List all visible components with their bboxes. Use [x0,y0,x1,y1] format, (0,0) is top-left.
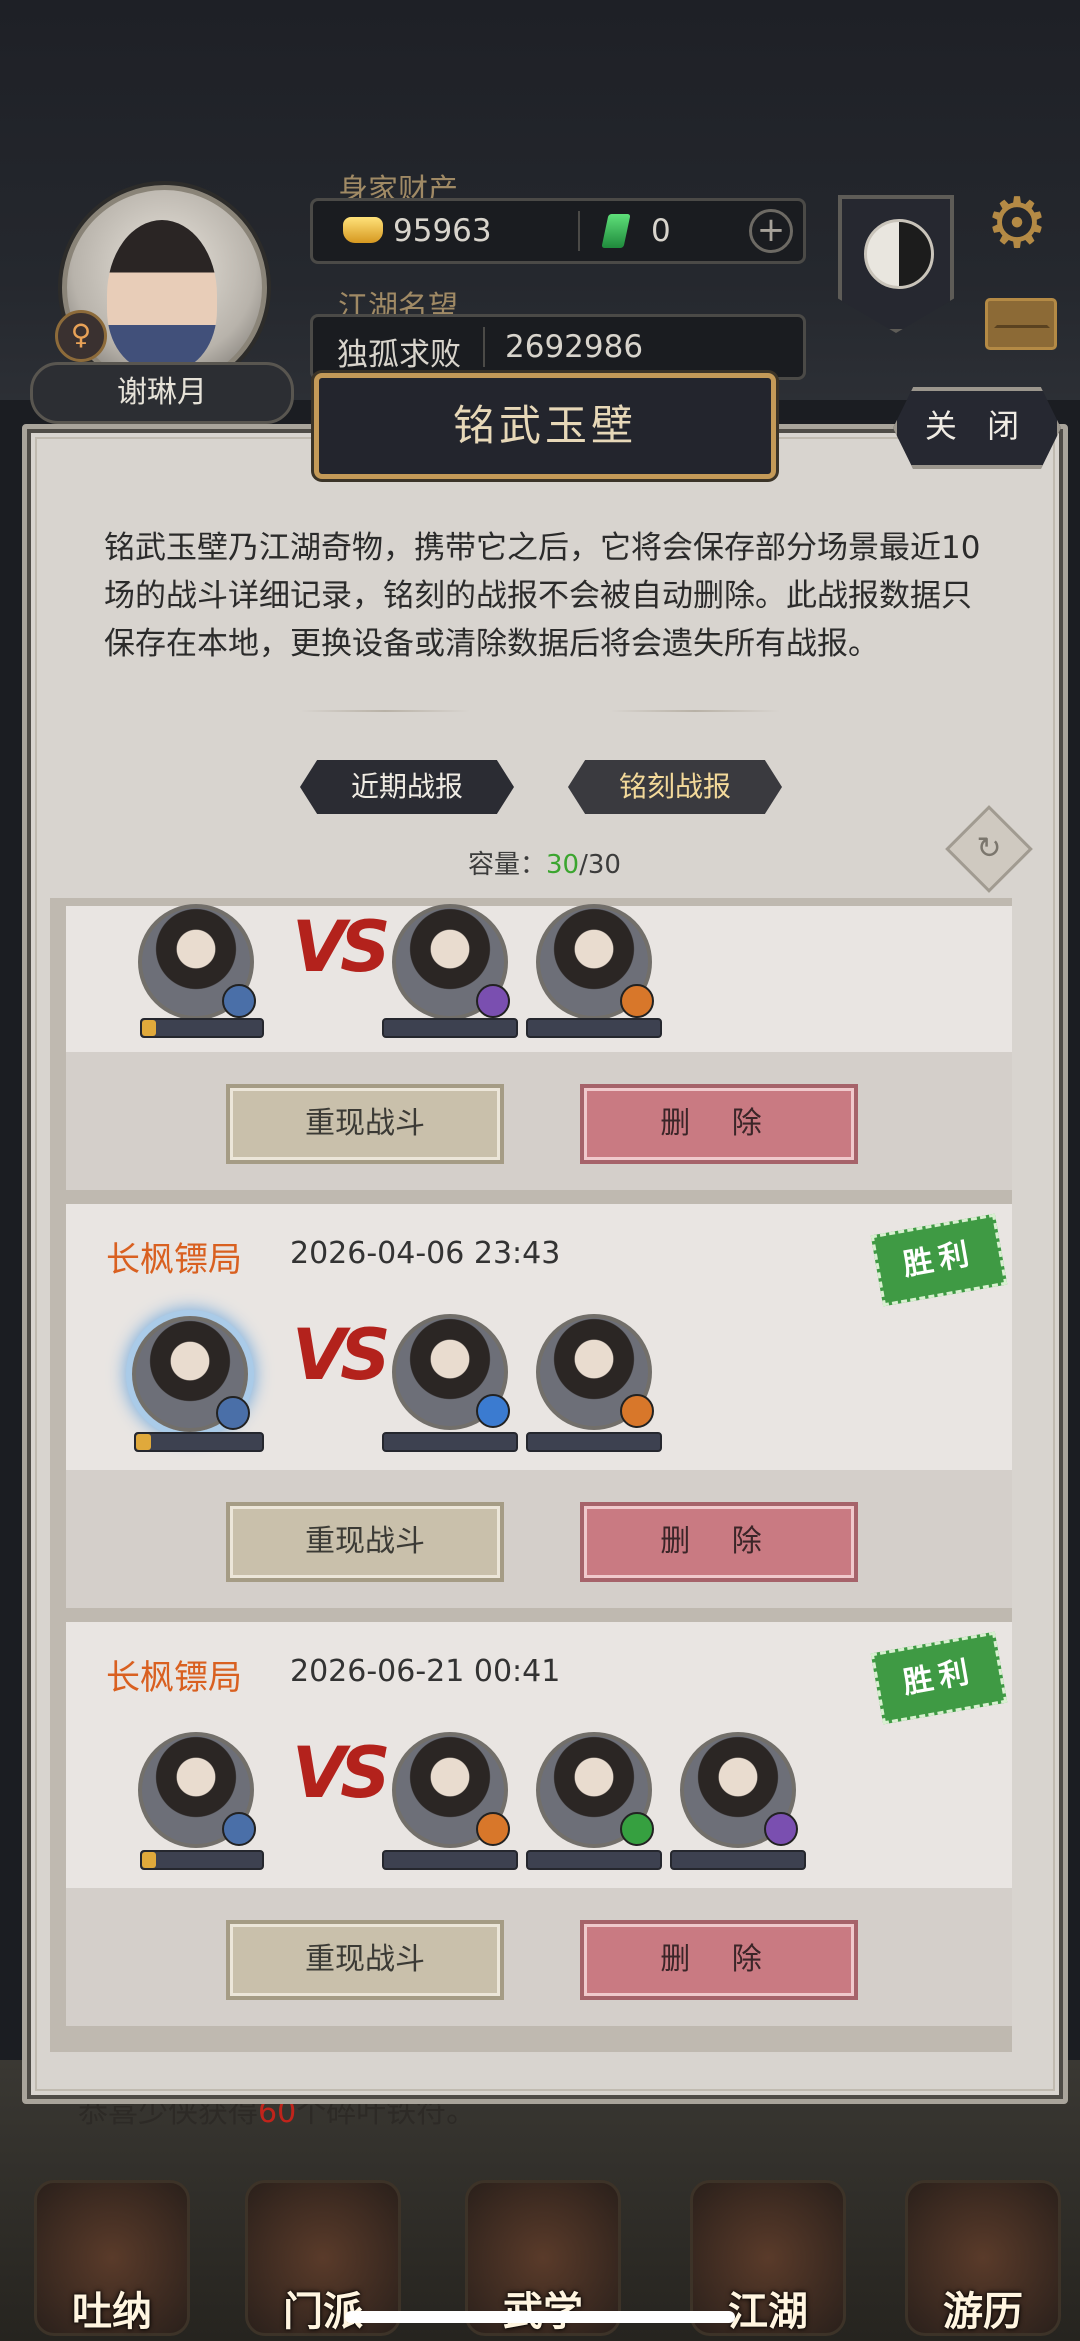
element-badge-icon [764,1812,798,1846]
card-footer: 重现战斗 删 除 [66,1888,1012,2026]
player-hero-portrait [138,904,256,1020]
fame-bar: 独孤求败 2692986 [310,314,806,380]
enemy-hero-portrait [680,1732,798,1848]
health-bar-fill [142,1020,157,1036]
delete-record-button[interactable]: 删 除 [580,1920,858,2000]
capacity-label: 容量： [468,850,547,880]
modal-description: 铭武玉壁乃江湖奇物，携带它之后，它将会保存部分场景最近10场的战斗详细记录，铭刻… [104,530,981,662]
card-footer: 重现战斗 删 除 [66,1470,1012,1608]
avatar-portrait [107,220,217,370]
card-footer: 重现战斗 删 除 [66,1052,1012,1190]
nav-meditation[interactable]: 吐纳 [34,2180,190,2336]
nav-label: 吐纳 [72,2289,152,2335]
health-bar-fill [142,1852,157,1868]
jade-ticket-icon [601,214,631,248]
female-gender-icon: ♀ [55,310,107,362]
close-button[interactable]: 关 闭 [893,387,1061,469]
element-badge-icon [476,1812,510,1846]
health-bar [526,1018,662,1038]
health-bar [526,1432,662,1452]
taichi-icon [864,219,934,289]
battle-record-card: 长枫镖局 2026-04-06 23:43 胜利 VS 重现战斗 删 除 [66,1204,1012,1608]
replay-battle-button[interactable]: 重现战斗 [226,1920,504,2000]
divider [483,327,485,367]
male-symbol-icon [222,1812,256,1846]
health-bar-fill [136,1434,152,1450]
capacity-current: 30 [546,850,580,880]
delete-record-button[interactable]: 删 除 [580,1084,858,1164]
vs-label: VS [292,1732,391,1814]
battle-time: 2026-06-21 00:41 [290,1654,561,1689]
health-bar [670,1850,806,1870]
nav-travel[interactable]: 游历 [905,2180,1061,2336]
jade-amount: 0 [651,213,671,249]
health-bar [134,1432,264,1452]
enemy-hero-portrait [392,904,510,1020]
home-indicator[interactable] [345,2311,735,2323]
enemy-hero-portrait [536,1314,654,1430]
modal-title: 铭武玉壁 [452,401,637,450]
vs-label: VS [292,906,391,988]
nav-label: 游历 [943,2289,1023,2335]
modal-title-plate: 铭武玉壁 [314,373,776,479]
health-bar [140,1850,264,1870]
replay-battle-button[interactable]: 重现战斗 [226,1084,504,1164]
ornament-divider [300,710,470,712]
health-bar [382,1018,518,1038]
player-hero-portrait [138,1732,256,1848]
enemy-hero-portrait [536,904,654,1020]
sect-name: 长枫镖局 [106,1658,242,1698]
health-bar [382,1432,518,1452]
capacity-total: /30 [579,850,621,880]
male-symbol-icon [216,1396,250,1430]
player-avatar[interactable] [62,185,267,390]
nav-label: 武学 [468,2279,618,2337]
element-badge-icon [620,1812,654,1846]
sect-name: 长枫镖局 [106,1240,242,1280]
victory-stamp: 胜利 [870,1631,1008,1725]
top-hud: ♀ 谢琳月 身家财产 95963 0 + 江湖名望 独孤求败 2692986 ⚙ [0,0,1080,424]
player-name: 谢琳月 [30,362,294,424]
replay-battle-button[interactable]: 重现战斗 [226,1502,504,1582]
fame-value: 2692986 [505,329,644,365]
gear-icon[interactable]: ⚙ [982,188,1052,258]
nav-label: 江湖 [728,2289,808,2335]
enemy-hero-portrait [392,1314,510,1430]
gold-ingot-icon [343,217,383,243]
element-badge-icon [476,984,510,1018]
fame-title: 独孤求败 [337,337,461,373]
battle-record-card: 长枫镖局 2026-06-21 00:41 胜利 VS 重现战斗 删 除 [66,1622,1012,2026]
battle-time: 2026-04-06 23:43 [290,1236,561,1271]
enemy-hero-portrait [536,1732,654,1848]
element-badge-icon [476,1394,510,1428]
refresh-icon: ↻ [976,831,1002,866]
mail-icon[interactable] [985,298,1057,350]
enemy-hero-portrait [392,1732,510,1848]
capacity-readout: 容量：30/30 [468,844,621,881]
victory-stamp: 胜利 [870,1213,1008,1307]
element-badge-icon [620,1394,654,1428]
health-bar [382,1850,518,1870]
player-hero-portrait [132,1316,250,1432]
element-badge-icon [620,984,654,1018]
health-bar [140,1018,264,1038]
male-symbol-icon [222,984,256,1018]
ornament-divider [610,710,780,712]
nav-label: 门派 [283,2289,363,2335]
add-currency-button[interactable]: + [749,209,793,253]
gold-amount: 95963 [393,213,492,249]
battle-record-list[interactable]: VS 重现战斗 删 除 长枫镖局 2026-04-06 23:43 胜利 VS [50,898,1012,2052]
health-bar [526,1850,662,1870]
tab-engraved-reports[interactable]: 铭刻战报 [568,760,782,814]
wealth-bar: 95963 0 + [310,198,806,264]
taichi-badge[interactable] [838,195,954,333]
vs-label: VS [292,1314,391,1396]
tab-recent-reports[interactable]: 近期战报 [300,760,514,814]
divider [578,211,580,251]
battle-record-card: VS 重现战斗 删 除 [66,904,1012,1190]
delete-record-button[interactable]: 删 除 [580,1502,858,1582]
